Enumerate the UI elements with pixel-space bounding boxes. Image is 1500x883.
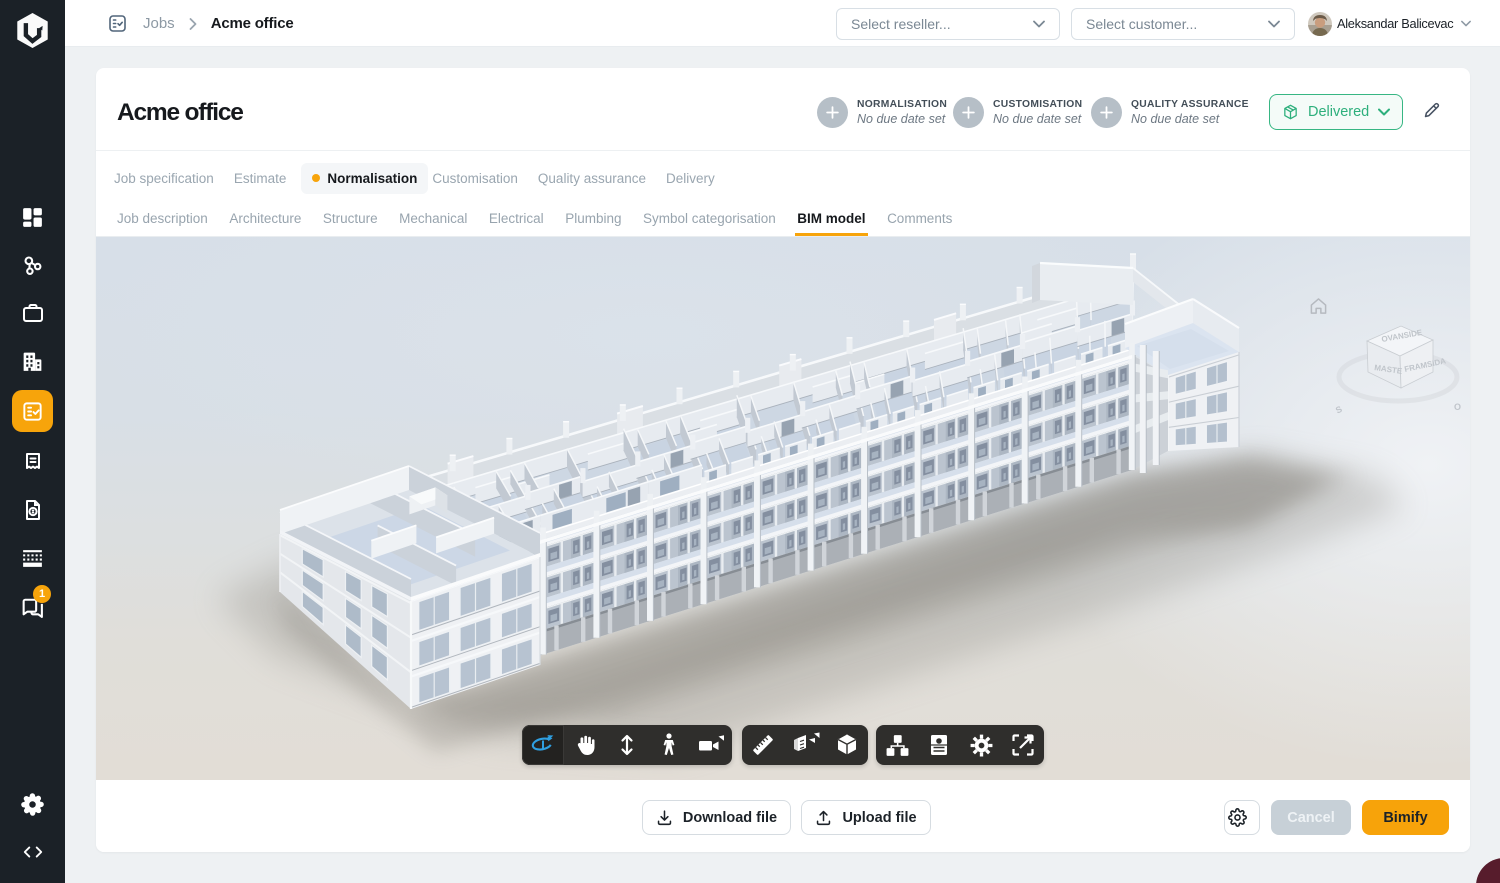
svg-text:O: O xyxy=(1454,402,1461,412)
svg-text:S: S xyxy=(1334,404,1344,416)
